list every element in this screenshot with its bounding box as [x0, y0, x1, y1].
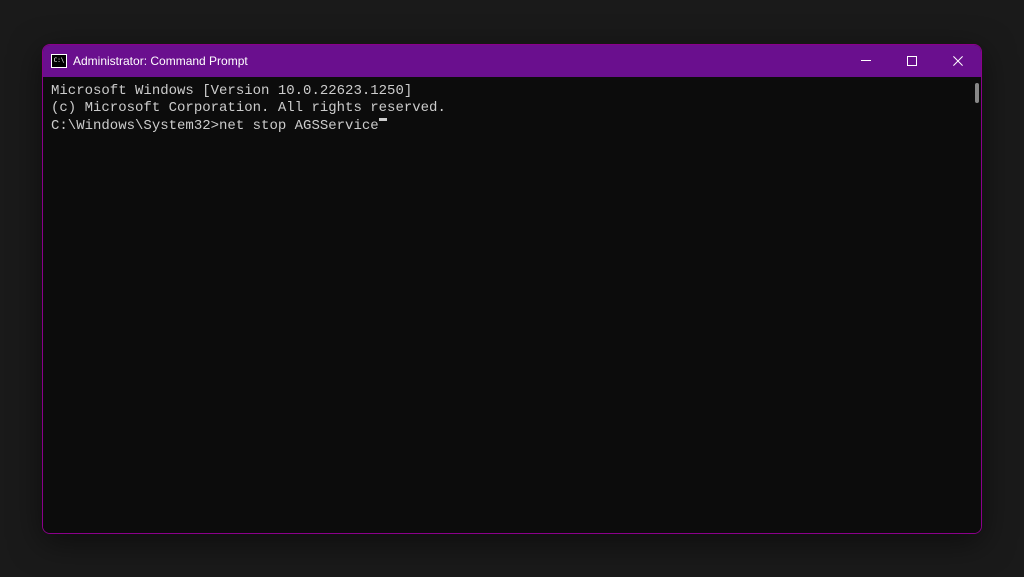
command-prompt-window: Administrator: Command Prompt Microsoft …	[42, 44, 982, 534]
minimize-icon	[861, 60, 871, 61]
minimize-button[interactable]	[843, 45, 889, 77]
terminal-body[interactable]: Microsoft Windows [Version 10.0.22623.12…	[43, 77, 981, 533]
terminal-prompt-line: C:\Windows\System32>net stop AGSService	[51, 118, 973, 136]
titlebar-left: Administrator: Command Prompt	[51, 54, 248, 68]
terminal-cursor	[379, 118, 387, 121]
cmd-icon	[51, 54, 67, 68]
window-controls	[843, 45, 981, 77]
window-title: Administrator: Command Prompt	[73, 54, 248, 68]
maximize-button[interactable]	[889, 45, 935, 77]
scrollbar-thumb[interactable]	[975, 83, 979, 103]
close-button[interactable]	[935, 45, 981, 77]
terminal-output-line: Microsoft Windows [Version 10.0.22623.12…	[51, 83, 973, 101]
terminal-prompt: C:\Windows\System32>	[51, 118, 219, 136]
terminal-command: net stop AGSService	[219, 118, 379, 136]
close-icon	[952, 55, 964, 67]
titlebar[interactable]: Administrator: Command Prompt	[43, 45, 981, 77]
maximize-icon	[907, 56, 917, 66]
terminal-output-line: (c) Microsoft Corporation. All rights re…	[51, 100, 973, 118]
